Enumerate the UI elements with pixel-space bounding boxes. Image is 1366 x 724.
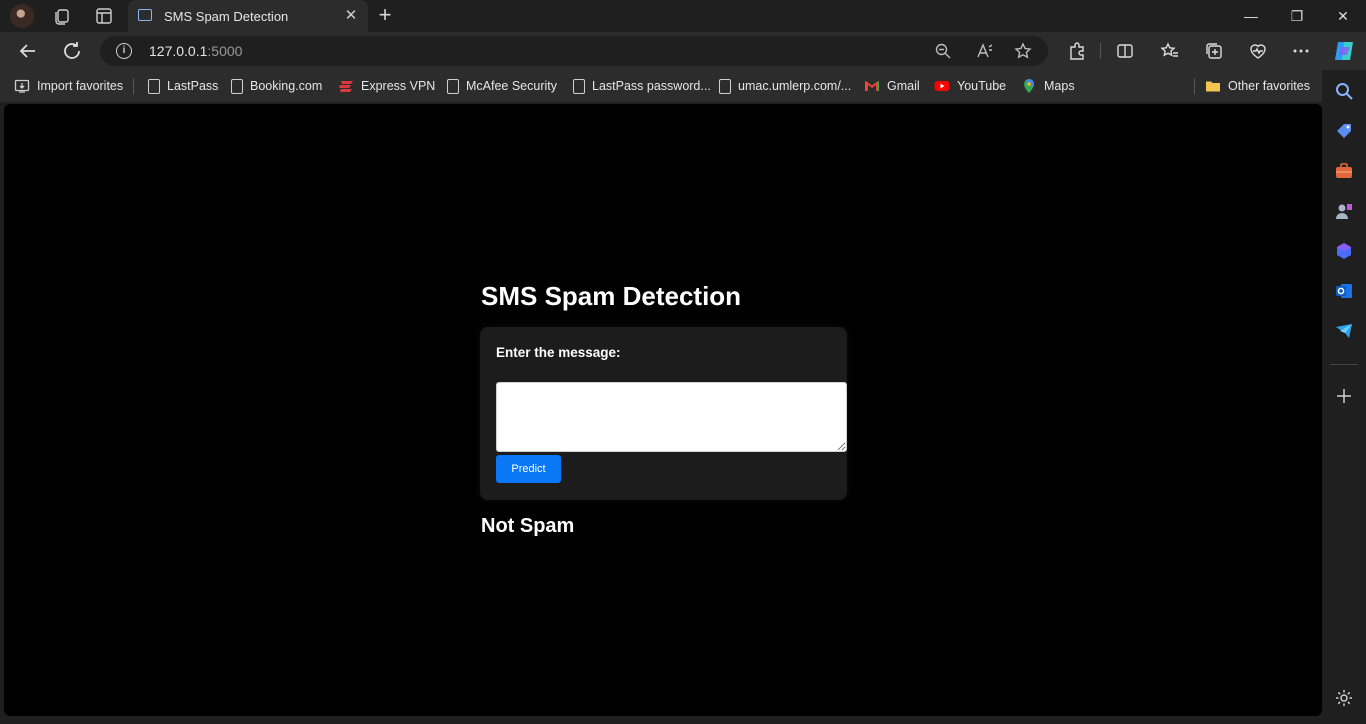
import-icon — [14, 79, 30, 93]
favorite-mcafee[interactable]: McAfee Security — [445, 76, 557, 96]
message-form: Enter the message: Predict — [480, 327, 847, 500]
extensions-icon[interactable] — [1067, 41, 1087, 61]
shopping-tag-icon[interactable] — [1334, 121, 1354, 141]
predict-button[interactable]: Predict — [496, 455, 561, 483]
page-title: SMS Spam Detection — [481, 281, 742, 311]
edge-sidebar — [1322, 70, 1366, 724]
favorite-booking[interactable]: Booking.com — [229, 76, 322, 96]
favorite-label: McAfee Security — [466, 79, 558, 93]
browser-essentials-icon[interactable] — [1248, 41, 1268, 61]
maps-icon — [1024, 79, 1034, 93]
games-icon[interactable] — [1334, 201, 1354, 221]
favorite-label: YouTube — [957, 79, 1007, 93]
prediction-result: Not Spam — [481, 515, 575, 537]
vertical-tabs-icon[interactable] — [94, 6, 114, 26]
page-icon — [447, 78, 459, 94]
gmail-icon — [865, 81, 879, 91]
back-arrow-icon[interactable] — [16, 39, 40, 63]
copilot-icon[interactable] — [1332, 39, 1356, 63]
tools-briefcase-icon[interactable] — [1334, 161, 1354, 181]
close-window-button[interactable]: ✕ — [1320, 0, 1366, 32]
favorite-label: LastPass password... — [592, 79, 711, 93]
favorite-label: umac.umlerp.com/... — [738, 79, 852, 93]
workspaces-icon[interactable] — [52, 6, 72, 26]
favorite-lastpass[interactable]: LastPass — [146, 76, 218, 96]
favorite-youtube[interactable]: YouTube — [934, 76, 1006, 96]
add-icon[interactable] — [1334, 386, 1354, 406]
favorite-label: Gmail — [887, 79, 920, 93]
drop-send-icon[interactable] — [1334, 321, 1354, 341]
message-textarea[interactable] — [496, 382, 847, 452]
favorites-bar: Import favorites LastPass Booking.com Ex… — [0, 70, 1366, 102]
folder-icon — [1206, 81, 1220, 92]
browser-toolbar: i 127.0.0.1:5000 — [0, 32, 1366, 70]
site-info-icon[interactable]: i — [116, 43, 132, 59]
favorite-umac[interactable]: umac.umlerp.com/... — [717, 76, 851, 96]
url-text[interactable]: 127.0.0.1:5000 — [149, 43, 242, 59]
terminal-favicon-icon — [138, 9, 152, 21]
profile-avatar[interactable] — [10, 4, 34, 28]
favorite-label: Express VPN — [361, 79, 436, 93]
favorite-label: Import favorites — [37, 79, 124, 93]
favorite-maps[interactable]: Maps — [1021, 76, 1075, 96]
url-host: 127.0.0.1 — [149, 43, 208, 59]
zoom-out-icon[interactable] — [934, 42, 952, 60]
youtube-icon — [934, 81, 950, 91]
page-icon — [148, 78, 160, 94]
refresh-icon[interactable] — [60, 39, 84, 63]
page-icon — [573, 78, 585, 94]
favorites-icon[interactable] — [1160, 41, 1180, 61]
favorite-other-folder[interactable]: Other favorites — [1205, 76, 1310, 96]
favorite-lastpass-password[interactable]: LastPass password... — [571, 76, 711, 96]
favorite-gmail[interactable]: Gmail — [864, 76, 920, 96]
url-port: :5000 — [207, 43, 243, 59]
new-tab-button[interactable]: + — [374, 4, 396, 27]
page-icon — [231, 78, 243, 94]
search-icon[interactable] — [1334, 81, 1354, 101]
message-label: Enter the message: — [496, 345, 621, 360]
outlook-icon[interactable] — [1334, 281, 1354, 301]
restore-button[interactable]: ❐ — [1274, 0, 1320, 32]
title-bar: SMS Spam Detection ✕ + — ❐ ✕ — [0, 0, 1366, 32]
tab-title: SMS Spam Detection — [164, 9, 289, 24]
more-menu-icon[interactable] — [1291, 41, 1311, 61]
toolbar-divider — [1100, 43, 1101, 59]
favorites-divider — [1194, 78, 1195, 94]
collections-icon[interactable] — [1204, 41, 1224, 61]
favorite-star-icon[interactable] — [1014, 42, 1032, 60]
copilot-app-icon[interactable] — [1334, 241, 1354, 261]
minimize-button[interactable]: — — [1228, 0, 1274, 32]
sidebar-divider — [1330, 364, 1358, 365]
active-tab[interactable]: SMS Spam Detection ✕ — [128, 0, 368, 32]
close-tab-icon[interactable]: ✕ — [342, 7, 360, 25]
expressvpn-icon — [339, 81, 353, 92]
favorite-label: Maps — [1044, 79, 1075, 93]
favorite-expressvpn[interactable]: Express VPN — [338, 76, 435, 96]
favorite-label: Booking.com — [250, 79, 323, 93]
split-screen-icon[interactable] — [1115, 41, 1135, 61]
page-icon — [719, 78, 731, 94]
address-bar[interactable]: i 127.0.0.1:5000 — [100, 36, 1048, 66]
favorite-label: LastPass — [167, 79, 219, 93]
settings-gear-icon[interactable] — [1334, 688, 1354, 708]
favorite-import[interactable]: Import favorites — [14, 76, 123, 96]
favorite-label: Other favorites — [1228, 79, 1310, 93]
page-viewport: SMS Spam Detection Enter the message: Pr… — [4, 104, 1322, 716]
read-aloud-icon[interactable] — [976, 42, 994, 60]
favorites-separator — [133, 78, 134, 94]
